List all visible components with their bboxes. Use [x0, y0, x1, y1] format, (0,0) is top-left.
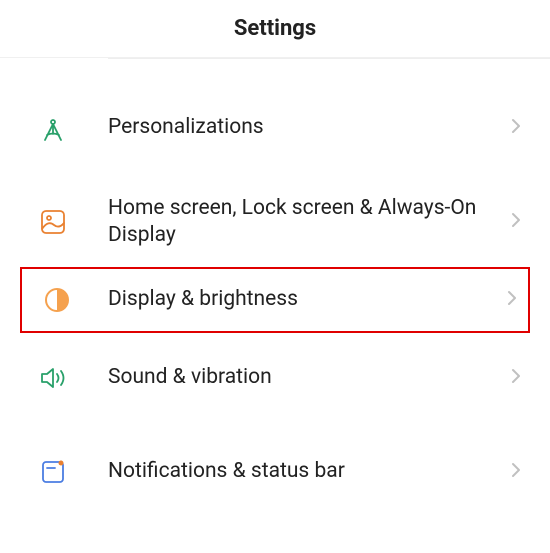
chevron-right-icon: [506, 288, 518, 312]
brightness-icon: [42, 285, 72, 315]
settings-item-label: Home screen, Lock screen & Always-On Dis…: [108, 195, 510, 250]
wallpaper-icon: [38, 207, 68, 237]
settings-item-homescreen[interactable]: Home screen, Lock screen & Always-On Dis…: [0, 175, 550, 269]
settings-item-display[interactable]: Display & brightness: [20, 267, 530, 333]
chevron-right-icon: [510, 460, 522, 484]
chevron-right-icon: [510, 210, 522, 234]
settings-item-notifications[interactable]: Notifications & status bar: [0, 425, 550, 519]
settings-item-label: Personalizations: [108, 114, 510, 141]
chevron-right-icon: [510, 366, 522, 390]
settings-list: Personalizations Home screen, Lock scree…: [0, 59, 550, 519]
chevron-right-icon: [510, 116, 522, 140]
compass-icon: [38, 113, 68, 143]
settings-item-label: Sound & vibration: [108, 364, 510, 391]
settings-header: Settings: [0, 0, 550, 58]
page-title: Settings: [234, 16, 316, 41]
settings-item-personalizations[interactable]: Personalizations: [0, 81, 550, 175]
sound-icon: [38, 363, 68, 393]
notification-icon: [38, 457, 68, 487]
settings-item-sound[interactable]: Sound & vibration: [0, 331, 550, 425]
settings-item-label: Notifications & status bar: [108, 458, 510, 485]
settings-item-label: Display & brightness: [108, 286, 506, 313]
